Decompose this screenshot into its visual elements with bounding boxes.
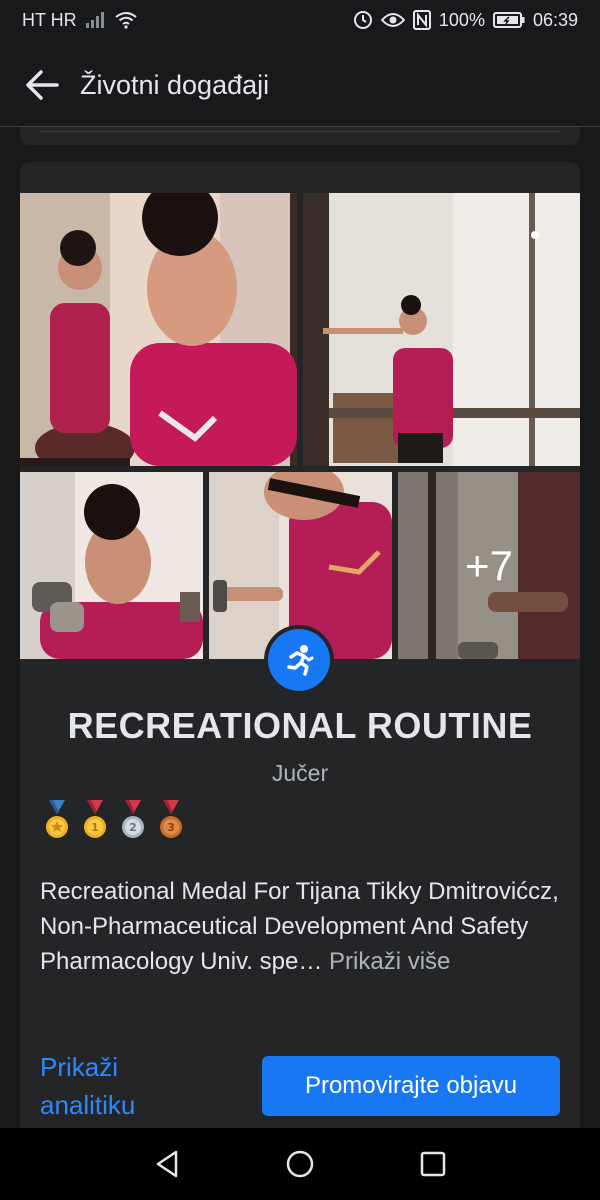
more-photos-count: +7 <box>398 472 580 659</box>
svg-text:1: 1 <box>91 821 99 834</box>
svg-text:2: 2 <box>129 821 137 834</box>
running-icon <box>268 629 330 691</box>
photo-1-image <box>20 193 297 466</box>
eye-icon <box>380 12 405 28</box>
nav-home-button[interactable] <box>270 1134 330 1194</box>
previous-card-edge <box>20 127 580 145</box>
triangle-back-icon <box>156 1150 177 1178</box>
show-analytics-link[interactable]: Prikaži analitiku <box>40 1048 220 1124</box>
nav-back-button[interactable] <box>137 1134 197 1194</box>
medals-row: 1 2 3 <box>44 800 184 844</box>
event-title: RECREATIONAL ROUTINE <box>67 705 533 746</box>
svg-text:3: 3 <box>167 821 175 834</box>
status-right: 100% 06:39 <box>353 10 578 31</box>
status-bar: HT HR 100% 06:39 <box>0 0 600 40</box>
page-title: Životni događaji <box>80 69 270 100</box>
system-nav-bar <box>0 1128 600 1200</box>
nav-recents-button[interactable] <box>403 1134 463 1194</box>
signal-icon <box>85 11 107 29</box>
wifi-icon <box>115 11 137 29</box>
photo-3-image <box>20 472 203 659</box>
photo-5-more[interactable]: +7 <box>398 472 580 659</box>
carrier-label: HT HR <box>22 9 77 30</box>
photo-2[interactable] <box>303 193 580 466</box>
photo-2-image <box>303 193 580 466</box>
activity-badge <box>264 625 334 695</box>
status-left: HT HR <box>22 10 137 31</box>
photo-1[interactable] <box>20 193 297 466</box>
medal-3-icon: 3 <box>160 800 182 838</box>
medal-1-icon: 1 <box>84 800 106 838</box>
nfc-icon <box>412 10 431 30</box>
see-more-link[interactable]: Prikaži više <box>329 948 450 975</box>
back-arrow-icon <box>26 70 59 100</box>
medal-star-icon <box>46 800 68 838</box>
post-body: Recreational Medal For Tijana Tikky Dmit… <box>40 878 559 975</box>
battery-icon <box>492 12 525 28</box>
alarm-icon <box>353 10 373 30</box>
battery-percent: 100% <box>438 9 485 30</box>
app-bar: Životni događaji <box>0 45 600 125</box>
back-button[interactable] <box>20 63 64 107</box>
square-recents-icon <box>421 1151 446 1177</box>
event-date: Jučer <box>271 760 329 786</box>
clock-time: 06:39 <box>532 9 578 30</box>
post-text: Recreational Medal For Tijana Tikky Dmit… <box>40 874 560 979</box>
medal-2-icon: 2 <box>122 800 144 838</box>
photo-3[interactable] <box>20 472 203 659</box>
promote-post-button[interactable]: Promovirajte objavu <box>262 1056 560 1116</box>
circle-home-icon <box>286 1150 314 1178</box>
